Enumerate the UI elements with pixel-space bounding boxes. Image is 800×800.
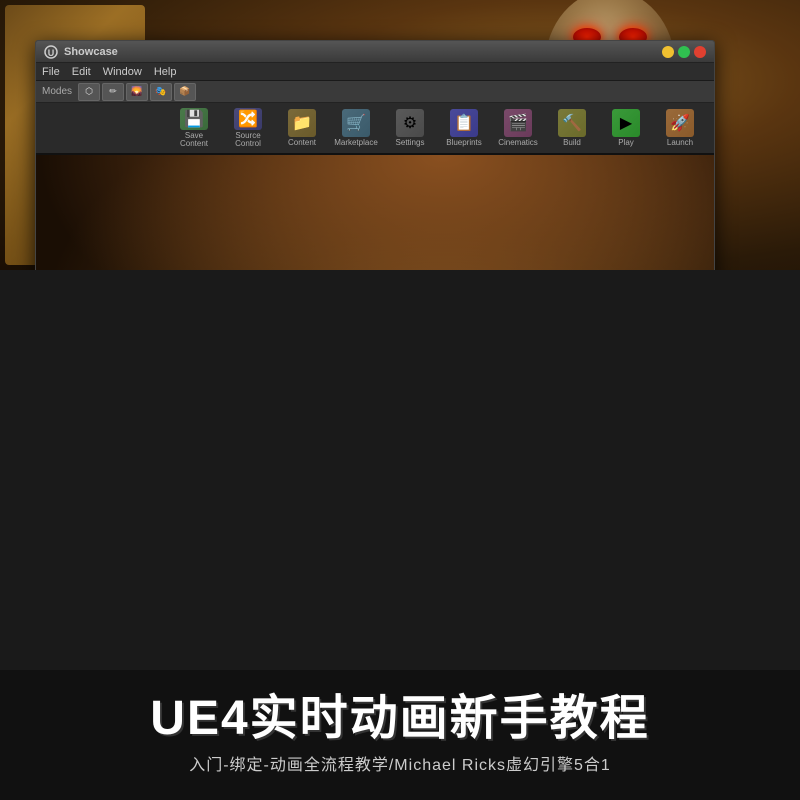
scene-container: U UNREAL ENGINE bbox=[36, 155, 714, 270]
close-button[interactable] bbox=[694, 46, 706, 58]
cinematics-icon: 🎬 bbox=[504, 109, 532, 137]
build-icon: 🔨 bbox=[558, 109, 586, 137]
window-controls bbox=[662, 46, 706, 58]
menu-bar: File Edit Window Help bbox=[36, 63, 714, 81]
subtitle: 入门-绑定-动画全流程教学/Michael Ricks虚幻引擎5合1 bbox=[189, 751, 611, 775]
launch-icon: 🚀 bbox=[666, 109, 694, 137]
menu-help[interactable]: Help bbox=[154, 66, 177, 78]
source-control-icon: 🔀 bbox=[234, 108, 262, 130]
cinematics-label: Cinematics bbox=[498, 139, 538, 147]
toolbar-source-control[interactable]: 🔀 Source Control bbox=[222, 105, 274, 151]
toolbar-marketplace[interactable]: 🛒 Marketplace bbox=[330, 105, 382, 151]
modes-toolbar: Modes ⬡ ✏ 🌄 🎭 📦 bbox=[36, 81, 714, 103]
ue-logo-icon: U bbox=[44, 45, 58, 59]
content-label: Content bbox=[288, 139, 316, 147]
modes-label: Modes bbox=[42, 86, 72, 97]
play-label: Play bbox=[618, 139, 634, 147]
toolbar-build[interactable]: 🔨 Build bbox=[546, 105, 598, 151]
build-label: Build bbox=[563, 139, 581, 147]
marketplace-icon: 🛒 bbox=[342, 109, 370, 137]
menu-file[interactable]: File bbox=[42, 66, 60, 78]
maximize-button[interactable] bbox=[678, 46, 690, 58]
ue-editor-window: U Showcase File Edit Window Help Mode bbox=[35, 40, 715, 270]
settings-icon: ⚙ bbox=[396, 109, 424, 137]
toolbar-play[interactable]: ▶ Play bbox=[600, 105, 652, 151]
toolbar-cinematics[interactable]: 🎬 Cinematics bbox=[492, 105, 544, 151]
save-content-label: Save Content bbox=[171, 132, 217, 148]
source-control-label: Source Control bbox=[225, 132, 271, 148]
mode-btn-1[interactable]: ⬡ bbox=[78, 83, 100, 101]
toolbar-launch[interactable]: 🚀 Launch bbox=[654, 105, 706, 151]
main-toolbar: 💾 Save Content 🔀 Source Control 📁 Conten… bbox=[36, 103, 714, 155]
blueprints-icon: 📋 bbox=[450, 109, 478, 137]
play-icon: ▶ bbox=[612, 109, 640, 137]
minimize-button[interactable] bbox=[662, 46, 674, 58]
marketplace-label: Marketplace bbox=[334, 139, 378, 147]
menu-window[interactable]: Window bbox=[103, 66, 142, 78]
svg-text:U: U bbox=[48, 48, 55, 58]
toolbar-blueprints[interactable]: 📋 Blueprints bbox=[438, 105, 490, 151]
toolbar-content[interactable]: 📁 Content bbox=[276, 105, 328, 151]
save-content-icon: 💾 bbox=[180, 108, 208, 130]
viewport-area: U UNREAL ENGINE bbox=[36, 155, 714, 270]
mode-btn-5[interactable]: 📦 bbox=[174, 83, 196, 101]
launch-label: Launch bbox=[667, 139, 693, 147]
menu-edit[interactable]: Edit bbox=[72, 66, 91, 78]
footer-section: UE4实时动画新手教程 入门-绑定-动画全流程教学/Michael Ricks虚… bbox=[0, 670, 800, 800]
mode-btn-2[interactable]: ✏ bbox=[102, 83, 124, 101]
settings-label: Settings bbox=[396, 139, 425, 147]
mode-btn-4[interactable]: 🎭 bbox=[150, 83, 172, 101]
content-icon: 📁 bbox=[288, 109, 316, 137]
main-title: UE4实时动画新手教程 bbox=[150, 695, 649, 743]
toolbar-settings[interactable]: ⚙ Settings bbox=[384, 105, 436, 151]
toolbar-save-content[interactable]: 💾 Save Content bbox=[168, 105, 220, 151]
top-scene-area: U Showcase File Edit Window Help Mode bbox=[0, 0, 800, 270]
mode-btn-3[interactable]: 🌄 bbox=[126, 83, 148, 101]
window-title: Showcase bbox=[64, 46, 118, 58]
title-bar: U Showcase bbox=[36, 41, 714, 63]
blueprints-label: Blueprints bbox=[446, 139, 482, 147]
